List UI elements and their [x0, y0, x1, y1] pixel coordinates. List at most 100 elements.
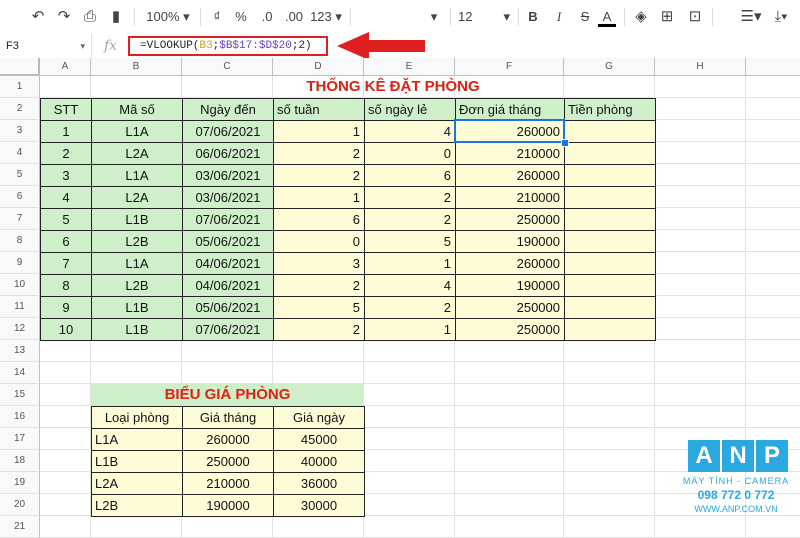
main-table-cell[interactable]: 03/06/2021: [182, 186, 274, 209]
main-table-cell[interactable]: 04/06/2021: [182, 274, 274, 297]
row-header-8[interactable]: 8: [0, 230, 40, 252]
main-table-cell[interactable]: 210000: [455, 142, 565, 165]
main-table-cell[interactable]: 4: [364, 274, 456, 297]
main-table-cell[interactable]: 5: [40, 208, 92, 231]
column-header-f[interactable]: F: [455, 58, 564, 76]
main-table-cell[interactable]: 8: [40, 274, 92, 297]
main-table-cell[interactable]: 10: [40, 318, 92, 341]
row-header-13[interactable]: 13: [0, 340, 40, 362]
main-table-header[interactable]: Ngày đến: [182, 98, 274, 121]
column-header-e[interactable]: E: [364, 58, 455, 76]
main-table-cell[interactable]: 05/06/2021: [182, 296, 274, 319]
row-header-2[interactable]: 2: [0, 98, 40, 120]
main-table-cell[interactable]: L2B: [91, 274, 183, 297]
main-table-cell[interactable]: 190000: [455, 274, 565, 297]
main-table-cell[interactable]: 5: [364, 230, 456, 253]
main-table-cell[interactable]: 6: [40, 230, 92, 253]
main-table-cell[interactable]: 2: [40, 142, 92, 165]
price-table-cell[interactable]: 250000: [182, 450, 274, 473]
main-table-cell[interactable]: [564, 164, 656, 187]
main-table-cell[interactable]: [564, 142, 656, 165]
print-icon[interactable]: ⎙: [80, 7, 100, 27]
main-table-header[interactable]: Đơn giá tháng: [455, 98, 565, 121]
undo-icon[interactable]: ↶: [28, 7, 48, 27]
main-table-header[interactable]: STT: [40, 98, 92, 121]
main-table-cell[interactable]: 2: [364, 186, 456, 209]
main-table-cell[interactable]: L1B: [91, 208, 183, 231]
main-table-cell[interactable]: 3: [40, 164, 92, 187]
main-table-cell[interactable]: [564, 252, 656, 275]
row-header-19[interactable]: 19: [0, 472, 40, 494]
column-header-c[interactable]: C: [182, 58, 273, 76]
main-table-cell[interactable]: [564, 208, 656, 231]
row-header-11[interactable]: 11: [0, 296, 40, 318]
main-table-header[interactable]: số ngày lẻ: [364, 98, 456, 121]
name-box[interactable]: F3 ▾: [0, 34, 92, 58]
main-table-cell[interactable]: 06/06/2021: [182, 142, 274, 165]
main-table-cell[interactable]: L1A: [91, 120, 183, 143]
main-table-header[interactable]: số tuần: [273, 98, 365, 121]
column-header-a[interactable]: A: [40, 58, 91, 76]
price-table-header[interactable]: Loại phòng: [91, 406, 183, 429]
row-header-9[interactable]: 9: [0, 252, 40, 274]
main-table-cell[interactable]: 07/06/2021: [182, 208, 274, 231]
price-table-cell[interactable]: 30000: [273, 494, 365, 517]
main-table-cell[interactable]: 0: [273, 230, 365, 253]
main-table-cell[interactable]: 1: [364, 252, 456, 275]
price-table-cell[interactable]: L1A: [91, 428, 183, 451]
row-header-5[interactable]: 5: [0, 164, 40, 186]
main-table-cell[interactable]: 210000: [455, 186, 565, 209]
row-header-1[interactable]: 1: [0, 76, 40, 98]
main-table-cell[interactable]: 07/06/2021: [182, 120, 274, 143]
price-table-cell[interactable]: L2A: [91, 472, 183, 495]
main-table-cell[interactable]: [564, 296, 656, 319]
merge-cells-icon[interactable]: ⊡: [684, 7, 706, 27]
main-table-cell[interactable]: 04/06/2021: [182, 252, 274, 275]
main-table-cell[interactable]: 1: [364, 318, 456, 341]
column-header-h[interactable]: H: [655, 58, 746, 76]
borders-icon[interactable]: ⊞: [658, 7, 676, 27]
main-table-cell[interactable]: 03/06/2021: [182, 164, 274, 187]
price-table-header[interactable]: Giá tháng: [182, 406, 274, 429]
paint-format-icon[interactable]: ▮: [106, 7, 126, 27]
main-table-cell[interactable]: 2: [273, 142, 365, 165]
main-table-header[interactable]: Tiền phòng: [564, 98, 656, 121]
column-header-b[interactable]: B: [91, 58, 182, 76]
formula-input[interactable]: =VLOOKUP(B3;$B$17:$D$20;2): [128, 36, 328, 56]
fill-color-icon[interactable]: ◈: [632, 7, 650, 27]
row-header-17[interactable]: 17: [0, 428, 40, 450]
percent-format-button[interactable]: %: [232, 7, 250, 27]
main-table-cell[interactable]: 6: [273, 208, 365, 231]
main-table-cell[interactable]: L2A: [91, 142, 183, 165]
main-table-cell[interactable]: 9: [40, 296, 92, 319]
row-header-7[interactable]: 7: [0, 208, 40, 230]
decrease-decimal-button[interactable]: .0: [256, 7, 278, 27]
main-table-cell[interactable]: 250000: [455, 318, 565, 341]
main-table-cell[interactable]: [564, 186, 656, 209]
main-table-cell[interactable]: 3: [273, 252, 365, 275]
main-table-cell[interactable]: 260000: [455, 164, 565, 187]
price-table-cell[interactable]: L1B: [91, 450, 183, 473]
row-header-12[interactable]: 12: [0, 318, 40, 340]
main-table-cell[interactable]: 0: [364, 142, 456, 165]
price-table-header[interactable]: Giá ngày: [273, 406, 365, 429]
row-header-14[interactable]: 14: [0, 362, 40, 384]
main-table-cell[interactable]: [564, 274, 656, 297]
row-header-4[interactable]: 4: [0, 142, 40, 164]
main-table-cell[interactable]: [564, 230, 656, 253]
horizontal-align-icon[interactable]: ☰▾: [738, 7, 764, 27]
price-table-cell[interactable]: 36000: [273, 472, 365, 495]
increase-decimal-button[interactable]: .00: [282, 7, 306, 27]
zoom-select[interactable]: 100% ▾: [142, 7, 194, 27]
main-table-cell[interactable]: 07/06/2021: [182, 318, 274, 341]
main-table-cell[interactable]: 4: [40, 186, 92, 209]
main-table-cell[interactable]: 260000: [455, 252, 565, 275]
main-table-cell[interactable]: 7: [40, 252, 92, 275]
row-header-15[interactable]: 15: [0, 384, 40, 406]
more-formats-button[interactable]: 123 ▾: [308, 7, 344, 27]
price-table-cell[interactable]: 190000: [182, 494, 274, 517]
font-size-select[interactable]: 12 ▾: [458, 7, 514, 27]
main-table-cell[interactable]: L2B: [91, 230, 183, 253]
main-table-cell[interactable]: 250000: [455, 208, 565, 231]
price-table-cell[interactable]: 260000: [182, 428, 274, 451]
